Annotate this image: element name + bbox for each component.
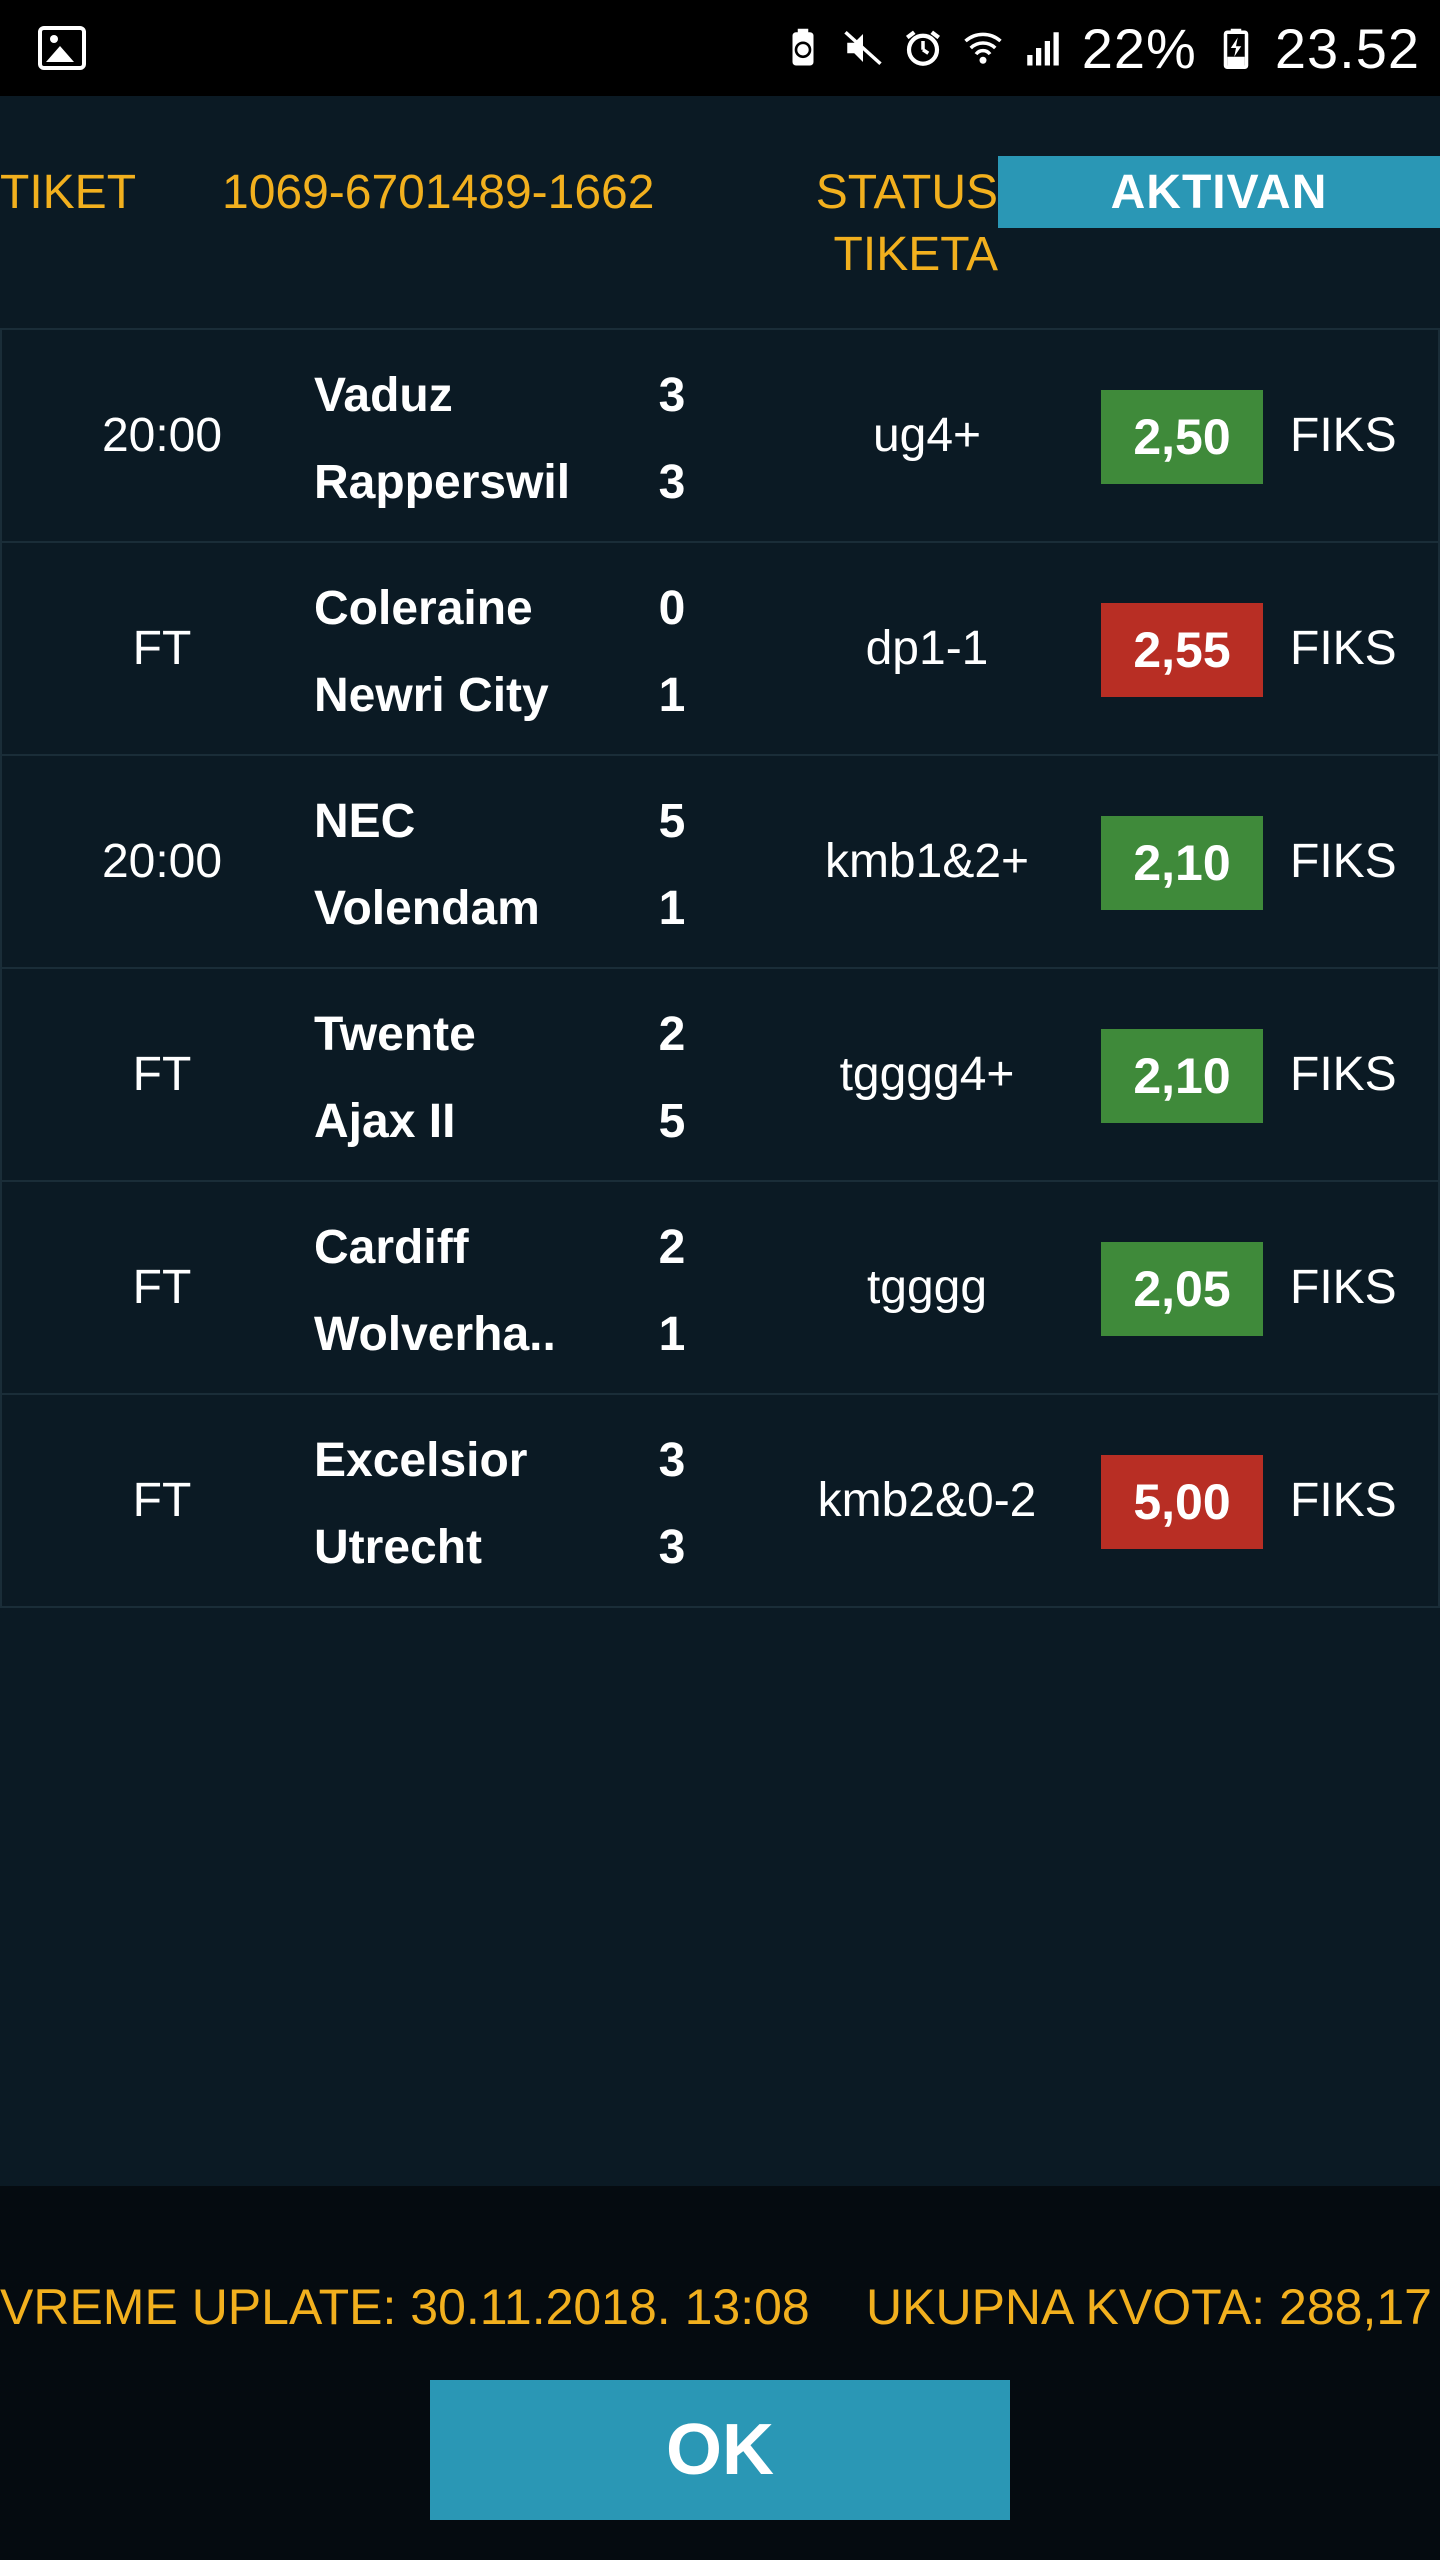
mute-icon <box>842 27 884 69</box>
bet-kind: FIKS <box>1290 1048 1397 1101</box>
gallery-icon <box>38 26 86 70</box>
away-score: 1 <box>658 669 686 722</box>
away-team: Utrecht <box>314 1521 483 1574</box>
wifi-icon <box>962 27 1004 69</box>
ok-button[interactable]: OK <box>430 2380 1010 2520</box>
match-time: FT <box>132 1261 192 1314</box>
payment-time: VREME UPLATE: 30.11.2018. 13:08 <box>0 2279 810 2335</box>
home-team: Excelsior <box>314 1434 528 1487</box>
away-score: 3 <box>658 456 686 509</box>
status-bar: 22% 23.52 <box>0 0 1440 96</box>
clock: 23.52 <box>1274 16 1420 80</box>
match-time: FT <box>132 622 192 675</box>
away-team: Newri City <box>314 669 549 722</box>
home-score: 2 <box>658 1221 686 1274</box>
ticket-header: TIKET 1069-6701489-1662 STATUS TIKETA AK… <box>0 150 1440 300</box>
match-time: FT <box>132 1474 192 1527</box>
bet-type: ug4+ <box>872 409 982 462</box>
match-row: FT Cardiff Wolverha.. 2 1 tgggg 2,05 FIK… <box>0 1182 1440 1395</box>
match-row: FT Coleraine Newri City 0 1 dp1-1 2,55 F… <box>0 543 1440 756</box>
bet-type: kmb1&2+ <box>824 835 1030 888</box>
status-icons: 22% 23.52 <box>782 12 1420 84</box>
home-team: Twente <box>314 1008 476 1061</box>
total-odds: UKUPNA KVOTA: 288,17 <box>866 2279 1432 2335</box>
home-score: 2 <box>658 1008 686 1061</box>
home-score: 0 <box>658 582 686 635</box>
home-score: 3 <box>658 1434 686 1487</box>
home-team: Coleraine <box>314 582 533 635</box>
odds-badge: 2,55 <box>1101 603 1263 697</box>
status-label: STATUS TIKETA <box>815 166 998 281</box>
match-time: 20:00 <box>101 409 223 462</box>
home-team: NEC <box>314 795 416 848</box>
bet-kind: FIKS <box>1290 1261 1397 1314</box>
odds-badge: 2,50 <box>1101 390 1263 484</box>
bet-kind: FIKS <box>1290 409 1397 462</box>
bet-type: kmb2&0-2 <box>817 1474 1037 1527</box>
tiket-label: TIKET <box>0 166 137 219</box>
away-score: 1 <box>658 1308 686 1361</box>
bet-kind: FIKS <box>1290 622 1397 675</box>
match-row: 20:00 Vaduz Rapperswil 3 3 ug4+ 2,50 FIK… <box>0 330 1440 543</box>
home-score: 3 <box>658 369 686 422</box>
signal-icon <box>1022 27 1064 69</box>
match-row: FT Excelsior Utrecht 3 3 kmb2&0-2 5,00 F… <box>0 1395 1440 1608</box>
battery-saver-icon <box>782 27 824 69</box>
status-badge: AKTIVAN <box>998 156 1440 228</box>
home-team: Vaduz <box>314 369 453 422</box>
odds-badge: 2,05 <box>1101 1242 1263 1336</box>
away-score: 1 <box>658 882 686 935</box>
home-team: Cardiff <box>314 1221 469 1274</box>
odds-badge: 5,00 <box>1101 1455 1263 1549</box>
match-row: 20:00 NEC Volendam 5 1 kmb1&2+ 2,10 FIKS <box>0 756 1440 969</box>
home-score: 5 <box>658 795 686 848</box>
match-time: FT <box>132 1048 192 1101</box>
ticket-footer: VREME UPLATE: 30.11.2018. 13:08 UKUPNA K… <box>0 2186 1440 2560</box>
bet-kind: FIKS <box>1290 835 1397 888</box>
battery-percent: 22% <box>1081 16 1197 80</box>
away-team: Volendam <box>314 882 540 935</box>
away-team: Rapperswil <box>314 456 571 509</box>
tiket-number: 1069-6701489-1662 <box>222 166 655 219</box>
odds-badge: 2,10 <box>1101 816 1263 910</box>
away-score: 3 <box>658 1521 686 1574</box>
away-team: Wolverha.. <box>314 1308 556 1361</box>
match-time: 20:00 <box>101 835 223 888</box>
odds-badge: 2,10 <box>1101 1029 1263 1123</box>
bet-kind: FIKS <box>1290 1474 1397 1527</box>
bet-type: tgggg4+ <box>839 1048 1015 1101</box>
bet-type: dp1-1 <box>865 622 989 675</box>
match-list: 20:00 Vaduz Rapperswil 3 3 ug4+ 2,50 FIK… <box>0 328 1440 1608</box>
battery-charging-icon <box>1215 27 1257 69</box>
away-team: Ajax II <box>314 1095 456 1148</box>
alarm-icon <box>902 27 944 69</box>
match-row: FT Twente Ajax II 2 5 tgggg4+ 2,10 FIKS <box>0 969 1440 1182</box>
away-score: 5 <box>658 1095 686 1148</box>
bet-type: tgggg <box>866 1261 988 1314</box>
